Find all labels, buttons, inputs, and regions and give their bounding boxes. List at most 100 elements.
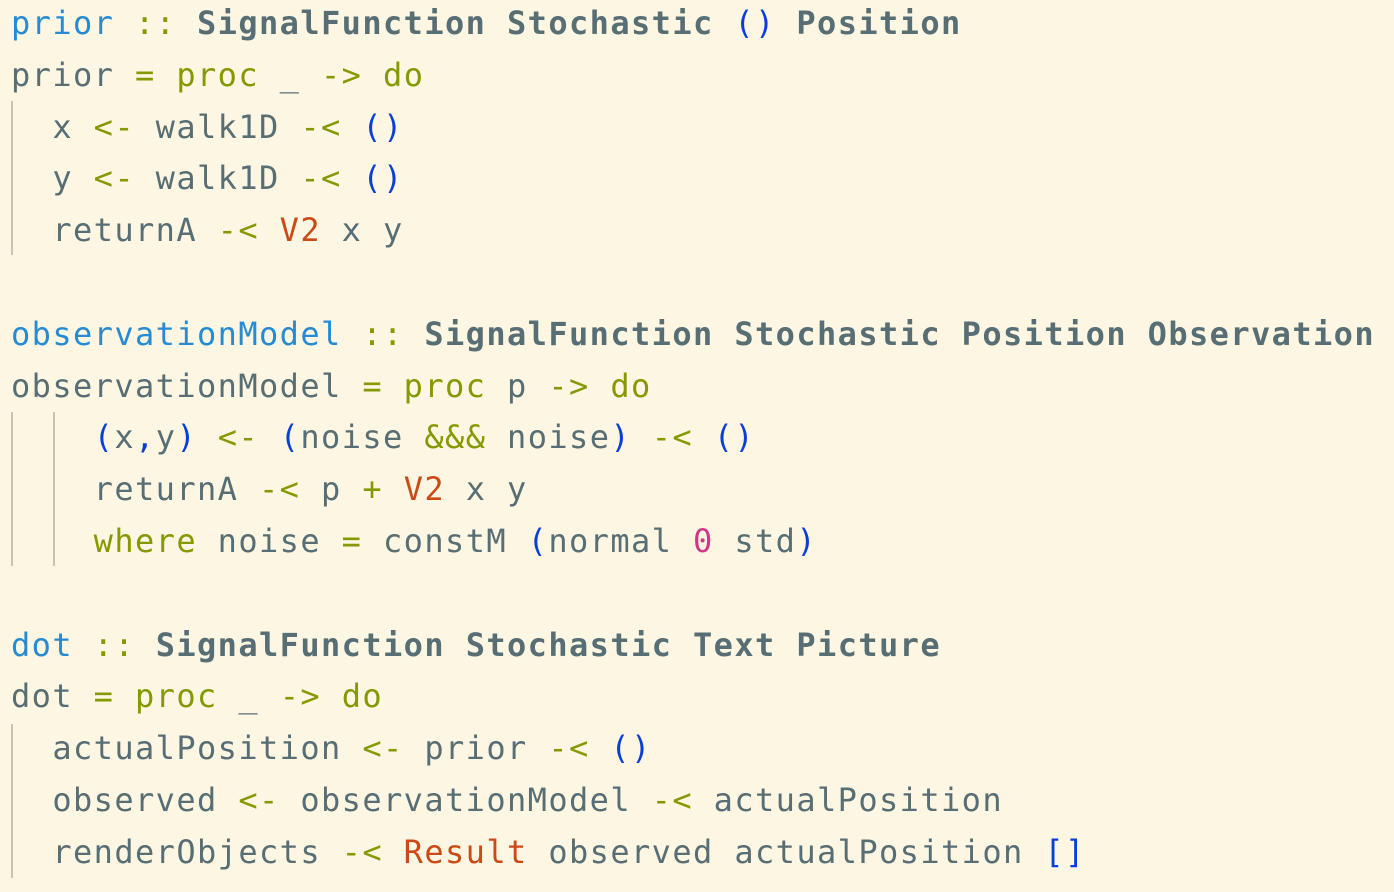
indent-guide [11, 101, 13, 255]
code-line[interactable]: returnA -< p + V2 x y [11, 463, 528, 515]
code-line[interactable]: y <- walk1D -< () [11, 152, 404, 204]
code-token: std [713, 522, 797, 560]
code-token: returnA [11, 470, 259, 509]
keyword-token: <- [362, 729, 404, 768]
keyword-token: = [93, 677, 115, 716]
code-token: noise [300, 418, 425, 457]
type-token: SignalFunction [197, 4, 487, 42]
code-token: x [11, 107, 94, 146]
code-line[interactable]: renderObjects -< Result observed actualP… [11, 826, 1086, 878]
type-token: SignalFunction [424, 314, 714, 353]
keyword-token: do [341, 677, 384, 716]
code-line[interactable]: observationModel :: SignalFunction Stoch… [11, 308, 1375, 360]
keyword-token: proc [176, 55, 260, 94]
code-token: noise [486, 418, 611, 457]
code-token: y [11, 159, 94, 198]
code-line[interactable]: observationModel = proc p -> do [11, 360, 652, 412]
code-token: _ [217, 677, 280, 716]
keyword-token: :: [93, 625, 136, 664]
keyword-token: = [135, 55, 156, 94]
keyword-token: -< [651, 781, 693, 819]
code-line[interactable]: dot :: SignalFunction Stochastic Text Pi… [11, 619, 941, 671]
code-token: noise [197, 522, 342, 560]
type-token: Picture [796, 625, 942, 664]
code-token: y [155, 418, 177, 457]
code-token: returnA [11, 211, 218, 250]
type-token: Stochastic [465, 625, 673, 664]
code-line[interactable]: where noise = constM (normal 0 std) [11, 515, 817, 567]
type-token: Position [961, 314, 1127, 353]
code-token: prior [11, 55, 135, 94]
bracket-token: ( [527, 522, 549, 560]
keyword-token: -> [548, 366, 590, 405]
bracket-token: () [362, 159, 404, 198]
definition-token: observationModel [11, 314, 342, 353]
bracket-token: ( [93, 418, 115, 457]
number-token: 0 [693, 522, 714, 560]
type-token: Observation [1147, 314, 1375, 353]
keyword-token: = [341, 522, 363, 560]
code-line[interactable]: prior = proc _ -> do [11, 49, 424, 101]
code-token: x [114, 418, 136, 457]
type-token: Stochastic [507, 4, 714, 42]
keyword-token: -< [548, 729, 590, 768]
code-line[interactable]: actualPosition <- prior -< () [11, 722, 652, 774]
code-line[interactable]: returnA -< V2 x y [11, 204, 404, 256]
definition-token: prior [11, 4, 115, 42]
bracket-token: [] [1044, 832, 1086, 871]
bracket-token: ) [610, 418, 632, 457]
code-token: _ [259, 55, 322, 94]
code-line[interactable]: observed <- observationModel -< actualPo… [11, 774, 1003, 826]
code-line[interactable]: dot = proc _ -> do [11, 670, 383, 722]
code-token: observationModel [11, 366, 363, 405]
keyword-token: :: [362, 314, 404, 353]
indent-guide [53, 412, 55, 566]
code-line[interactable]: x <- walk1D -< () [11, 101, 404, 153]
code-token: constM [362, 522, 528, 560]
keyword-token: -< [651, 418, 694, 457]
constructor-token: Result [403, 832, 528, 871]
code-editor[interactable]: prior :: SignalFunction Stochastic () Po… [0, 0, 1394, 892]
keyword-token: -> [321, 55, 363, 94]
type-token: Position [796, 4, 962, 42]
bracket-token: ) [176, 418, 198, 457]
type-token: SignalFunction [155, 625, 446, 664]
keyword-token: -< [300, 107, 342, 146]
code-line[interactable]: prior :: SignalFunction Stochastic () Po… [11, 0, 962, 49]
code-token: dot [11, 677, 94, 716]
bracket-token: () [713, 418, 756, 457]
bracket-token: ( [279, 418, 301, 457]
bracket-token: ) [796, 522, 818, 560]
indent-guide [11, 412, 13, 566]
keyword-token: proc [135, 677, 218, 716]
code-token: normal [548, 522, 694, 560]
code-token: walk1D [135, 159, 301, 198]
constructor-token: V2 [403, 470, 446, 509]
code-token: p [300, 470, 363, 509]
indent-guide [11, 724, 13, 878]
code-token: actualPosition [693, 781, 1003, 819]
code-token: observationModel [279, 781, 652, 819]
code-token: renderObjects [11, 832, 342, 871]
keyword-token: = [362, 366, 383, 405]
code-line[interactable]: (x,y) <- (noise &&& noise) -< () [11, 411, 755, 463]
keyword-token: -< [300, 159, 342, 198]
keyword-token: where [93, 522, 197, 560]
